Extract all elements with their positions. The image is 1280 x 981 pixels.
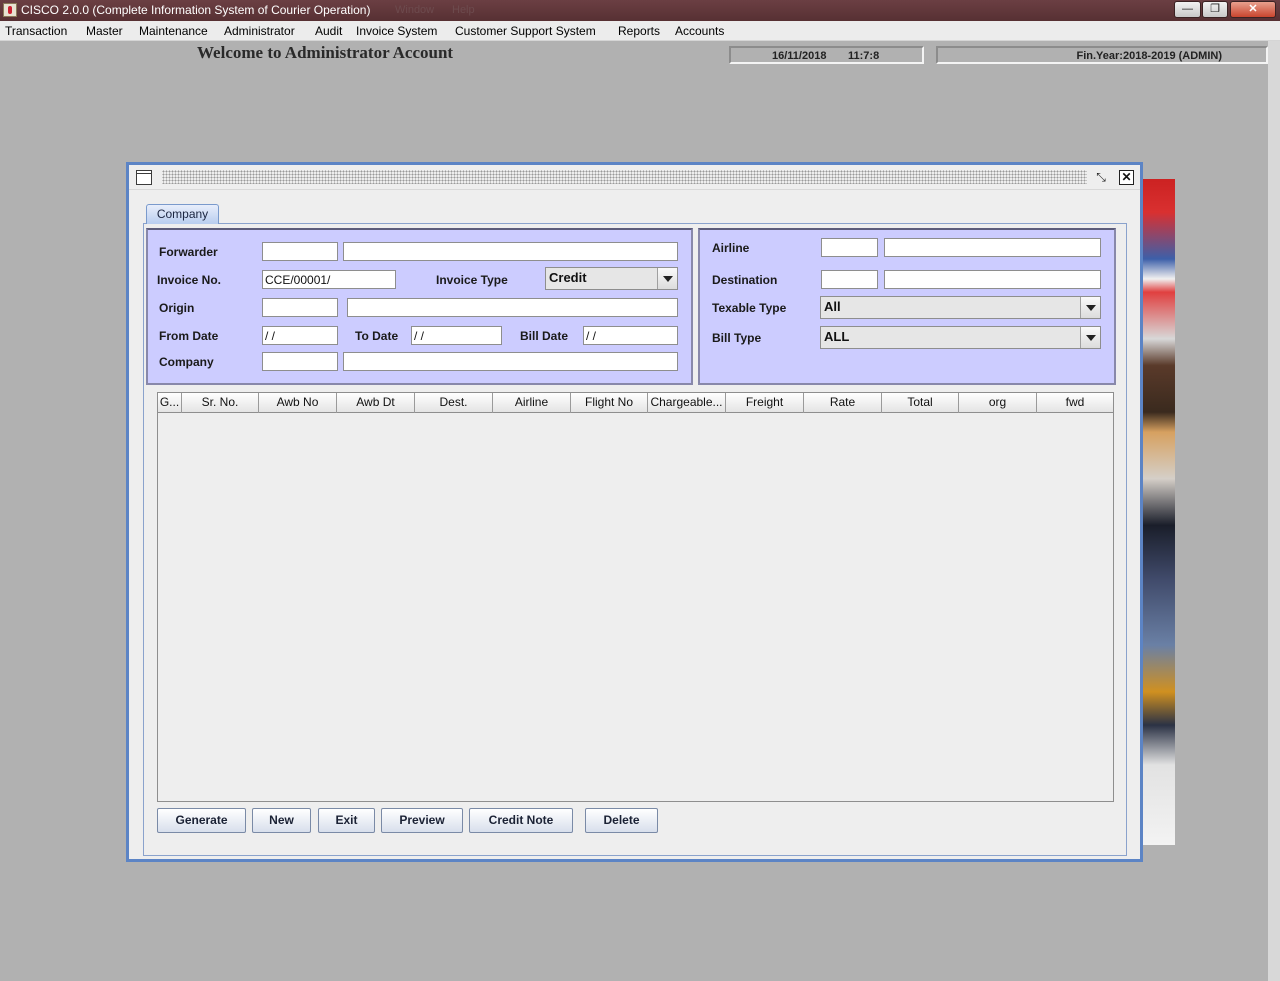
to-date-input[interactable]: / / — [411, 326, 502, 345]
forwarder-label: Forwarder — [159, 245, 218, 259]
invoice-type-value: Credit — [549, 270, 587, 285]
destination-code-input[interactable] — [821, 270, 878, 289]
airline-label: Airline — [712, 241, 750, 255]
menu-master[interactable]: Master — [86, 24, 123, 38]
window-title: CISCO 2.0.0 (Complete Information System… — [21, 3, 371, 17]
minimize-button[interactable]: — — [1174, 1, 1201, 18]
invoice-type-select[interactable]: Credit — [545, 267, 678, 290]
col-chargeable[interactable]: Chargeable... — [648, 393, 726, 413]
tab-company[interactable]: Company — [146, 204, 219, 224]
menu-invoice-system[interactable]: Invoice System — [356, 24, 437, 38]
financial-year-display: Fin.Year:2018-2019 (ADMIN) — [936, 46, 1268, 64]
col-freight[interactable]: Freight — [726, 393, 804, 413]
menu-administrator[interactable]: Administrator — [224, 24, 295, 38]
frame-drag-area[interactable] — [162, 170, 1087, 184]
airline-name-input[interactable] — [884, 238, 1101, 257]
forwarder-code-input[interactable] — [262, 242, 338, 261]
forwarder-name-input[interactable] — [343, 242, 678, 261]
texable-type-value: All — [824, 299, 841, 314]
company-name-input[interactable] — [343, 352, 678, 371]
col-g[interactable]: G... — [158, 393, 182, 413]
frame-icon[interactable] — [136, 170, 152, 185]
col-total[interactable]: Total — [882, 393, 959, 413]
col-sr-no[interactable]: Sr. No. — [182, 393, 259, 413]
exit-button[interactable]: Exit — [318, 808, 375, 833]
col-dest[interactable]: Dest. — [415, 393, 493, 413]
invoice-table[interactable]: G... Sr. No. Awb No Awb Dt Dest. Airline… — [157, 392, 1114, 802]
col-org[interactable]: org — [959, 393, 1037, 413]
delete-button[interactable]: Delete — [585, 808, 658, 833]
col-airline[interactable]: Airline — [493, 393, 571, 413]
menu-reports[interactable]: Reports — [618, 24, 660, 38]
generate-button[interactable]: Generate — [157, 808, 246, 833]
col-awb-dt[interactable]: Awb Dt — [337, 393, 415, 413]
col-fwd[interactable]: fwd — [1037, 393, 1113, 413]
faint-menu-help: Help — [452, 4, 475, 16]
company-code-input[interactable] — [262, 352, 338, 371]
origin-label: Origin — [159, 301, 195, 315]
from-date-input[interactable]: / / — [262, 326, 338, 345]
restore-icon[interactable]: ⤡ — [1093, 170, 1109, 185]
chevron-down-icon[interactable] — [1080, 297, 1100, 318]
welcome-message: Welcome to Administrator Account — [197, 43, 454, 62]
origin-code-input[interactable] — [262, 298, 338, 317]
frame-titlebar[interactable]: ⤡ ✕ — [129, 165, 1140, 190]
frame-close-icon[interactable]: ✕ — [1119, 170, 1134, 185]
chevron-down-icon[interactable] — [1080, 327, 1100, 348]
texable-type-select[interactable]: All — [820, 296, 1101, 319]
invoice-no-input[interactable]: CCE/00001/ — [262, 270, 396, 289]
preview-button[interactable]: Preview — [381, 808, 463, 833]
table-header: G... Sr. No. Awb No Awb Dt Dest. Airline… — [158, 393, 1113, 413]
chevron-down-icon[interactable] — [657, 268, 677, 289]
desktop-right-edge — [1268, 41, 1280, 981]
current-time: 11:7:8 — [848, 50, 880, 62]
close-window-button[interactable]: ✕ — [1230, 1, 1276, 18]
menu-customer-support-system[interactable]: Customer Support System — [455, 24, 596, 38]
invoice-no-label: Invoice No. — [157, 273, 222, 287]
menu-bar: Transaction Master Maintenance Administr… — [0, 21, 1280, 41]
faint-menu-window: Window — [395, 4, 435, 16]
current-date: 16/11/2018 — [772, 50, 827, 62]
menu-accounts[interactable]: Accounts — [675, 24, 724, 38]
col-flight-no[interactable]: Flight No — [571, 393, 648, 413]
date-time-display: 16/11/2018 11:7:8 — [729, 46, 924, 64]
bill-type-select[interactable]: ALL — [820, 326, 1101, 349]
menu-transaction[interactable]: Transaction — [5, 24, 67, 38]
destination-label: Destination — [712, 273, 778, 287]
airline-code-input[interactable] — [821, 238, 878, 257]
to-date-label: To Date — [355, 329, 399, 343]
credit-note-button[interactable]: Credit Note — [469, 808, 573, 833]
background-image — [1142, 179, 1175, 845]
destination-name-input[interactable] — [884, 270, 1101, 289]
col-awb-no[interactable]: Awb No — [259, 393, 337, 413]
window-titlebar: CISCO 2.0.0 (Complete Information System… — [0, 0, 1280, 21]
from-date-label: From Date — [159, 329, 219, 343]
bill-date-label: Bill Date — [520, 329, 569, 343]
texable-type-label: Texable Type — [712, 301, 787, 315]
bill-date-input[interactable]: / / — [583, 326, 678, 345]
java-app-icon — [3, 3, 17, 17]
invoice-type-label: Invoice Type — [436, 273, 508, 287]
company-label: Company — [159, 355, 214, 369]
menu-audit[interactable]: Audit — [315, 24, 342, 38]
menu-maintenance[interactable]: Maintenance — [139, 24, 208, 38]
col-rate[interactable]: Rate — [804, 393, 882, 413]
bill-type-label: Bill Type — [712, 331, 762, 345]
origin-name-input[interactable] — [347, 298, 678, 317]
bill-type-value: ALL — [824, 329, 850, 344]
maximize-button[interactable]: ❐ — [1202, 1, 1228, 18]
new-button[interactable]: New — [252, 808, 311, 833]
